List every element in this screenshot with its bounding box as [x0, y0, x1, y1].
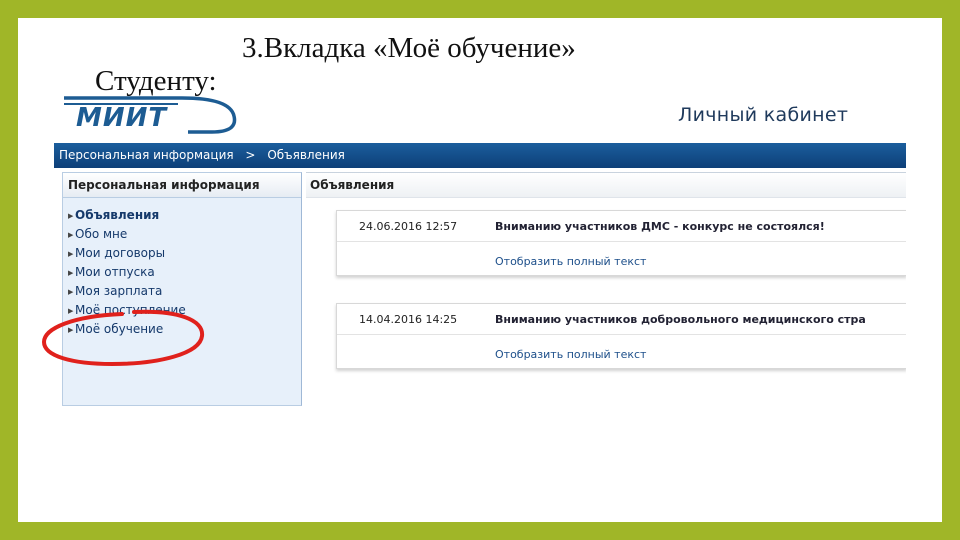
sidebar-item-label: Моё поступление — [75, 303, 186, 317]
sidebar: Персональная информация ▶ Объявления ▶ Обо… — [62, 172, 302, 406]
sidebar-item-label: Моя зарплата — [75, 284, 163, 298]
sidebar-item-label: Мои отпуска — [75, 265, 155, 279]
sidebar-item-contracts[interactable]: ▶ Мои договоры — [63, 244, 301, 263]
screenshot: МИИТ Личный кабинет Персональная информа… — [54, 90, 906, 406]
sidebar-item-label: Моё обучение — [75, 322, 164, 336]
sidebar-title: Персональная информация — [63, 173, 301, 198]
announcement-title: Вниманию участников ДМС - конкурс не сос… — [495, 220, 825, 233]
sidebar-item-admission[interactable]: ▶ Моё поступление — [63, 301, 301, 320]
arrow-right-icon: ▶ — [68, 250, 74, 258]
arrow-right-icon: ▶ — [68, 326, 74, 334]
sidebar-item-about-me[interactable]: ▶ Обо мне — [63, 225, 301, 244]
arrow-right-icon: ▶ — [68, 288, 74, 296]
sidebar-item-label: Мои договоры — [75, 246, 166, 260]
cabinet-title: Личный кабинет — [678, 104, 849, 126]
slide: Студенту: 3.Вкладка «Моё обучение» МИИТ … — [18, 18, 942, 522]
main-content: Объявления 24.06.2016 12:57 Вниманию уча… — [306, 172, 906, 406]
breadcrumb-item-personal-info[interactable]: Персональная информация — [59, 148, 234, 162]
arrow-right-icon: ▶ — [68, 307, 74, 315]
sidebar-item-label: Объявления — [75, 208, 160, 222]
logo-text: МИИТ — [76, 103, 168, 133]
arrow-right-icon: ▶ — [68, 231, 74, 239]
announcement-card: 24.06.2016 12:57 Вниманию участников ДМС… — [336, 210, 906, 276]
sidebar-menu: ▶ Объявления ▶ Обо мне ▶ Мои договоры ▶ Мои … — [63, 206, 301, 339]
miit-logo[interactable]: МИИТ — [62, 92, 238, 138]
sidebar-item-my-education[interactable]: ▶ Моё обучение — [63, 320, 301, 339]
breadcrumb-item-announcements[interactable]: Объявления — [267, 148, 345, 162]
sidebar-item-vacations[interactable]: ▶ Мои отпуска — [63, 263, 301, 282]
announcement-title: Вниманию участников добровольного медици… — [495, 313, 866, 326]
announcement-date: 14.04.2016 14:25 — [359, 313, 458, 326]
breadcrumb: Персональная информация > Объявления — [54, 143, 906, 168]
announcement-date: 24.06.2016 12:57 — [359, 220, 458, 233]
sidebar-item-label: Обо мне — [75, 227, 128, 241]
main-title: Объявления — [306, 172, 906, 198]
arrow-right-icon: ▶ — [68, 212, 74, 220]
breadcrumb-separator: > — [245, 148, 256, 162]
show-full-text-link[interactable]: Отобразить полный текст — [495, 348, 646, 361]
announcement-card: 14.04.2016 14:25 Вниманию участников доб… — [336, 303, 906, 369]
slide-title-main: 3.Вкладка «Моё обучение» — [242, 32, 576, 64]
sidebar-item-announcements[interactable]: ▶ Объявления — [63, 206, 301, 225]
announcement-header: 14.04.2016 14:25 Вниманию участников доб… — [337, 304, 906, 335]
arrow-right-icon: ▶ — [68, 269, 74, 277]
announcement-header: 24.06.2016 12:57 Вниманию участников ДМС… — [337, 211, 906, 242]
show-full-text-link[interactable]: Отобразить полный текст — [495, 255, 646, 268]
sidebar-item-salary[interactable]: ▶ Моя зарплата — [63, 282, 301, 301]
